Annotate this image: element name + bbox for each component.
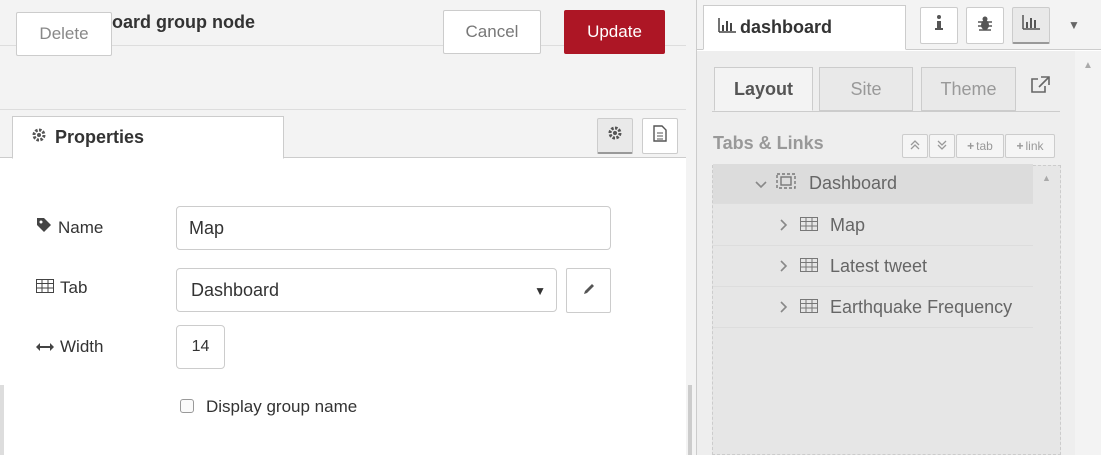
- width-size-picker[interactable]: 14: [176, 325, 225, 369]
- arrows-horizontal-icon: [36, 337, 60, 357]
- double-chevron-down-icon: [937, 139, 947, 153]
- caret-down-icon: ▼: [534, 284, 546, 298]
- debug-tab-button[interactable]: [966, 7, 1004, 44]
- table-icon: [800, 215, 830, 236]
- tray-left-edge: [0, 385, 4, 455]
- chevron-right-icon[interactable]: [780, 259, 800, 275]
- info-icon: [935, 15, 943, 36]
- width-label-text: Width: [60, 337, 104, 356]
- chevron-right-icon[interactable]: [780, 300, 800, 316]
- table-icon: [800, 256, 830, 277]
- sidebar-tab-dashboard[interactable]: dashboard: [703, 5, 906, 50]
- sub-tab-divider: [712, 111, 1060, 112]
- tree-item-earthquake-frequency[interactable]: Earthquake Frequency: [713, 288, 1033, 328]
- plus-icon: +: [1016, 139, 1024, 153]
- tabs-links-heading: Tabs & Links: [713, 133, 824, 153]
- tree-item-label: Map: [830, 215, 866, 235]
- tab-site[interactable]: Site: [819, 67, 913, 111]
- tab-theme[interactable]: Theme: [921, 67, 1016, 111]
- tree-item-label: Earthquake Frequency: [830, 297, 1013, 317]
- table-icon: [800, 297, 830, 318]
- chevron-right-icon[interactable]: [780, 218, 800, 234]
- bar-chart-icon: [1022, 15, 1040, 35]
- file-text-icon: [653, 125, 667, 147]
- tab-field-label: Tab: [36, 278, 87, 298]
- tab-properties[interactable]: Properties: [12, 116, 284, 159]
- scroll-up-arrow-icon[interactable]: ▲: [1083, 60, 1093, 71]
- add-tab-button[interactable]: + tab: [956, 134, 1004, 158]
- pencil-icon: [582, 281, 596, 301]
- external-link-icon[interactable]: [1030, 76, 1050, 99]
- tab-properties-label: Properties: [55, 127, 145, 147]
- add-link-label: link: [1025, 139, 1044, 153]
- add-tab-label: tab: [976, 139, 993, 153]
- node-settings-tab-button[interactable]: [597, 118, 633, 154]
- sidebar-menu-caret-icon[interactable]: ▼: [1068, 18, 1080, 32]
- tab-label-text: Tab: [60, 278, 88, 297]
- name-label-text: Name: [58, 217, 104, 237]
- display-group-name-checkbox[interactable]: [180, 399, 194, 413]
- tray-scrollbar-thumb[interactable]: [688, 385, 692, 455]
- bug-icon: [977, 15, 993, 36]
- update-button[interactable]: Update: [564, 10, 665, 54]
- table-icon: [36, 278, 60, 298]
- tree-item-label: Latest tweet: [830, 256, 928, 276]
- plus-icon: +: [967, 139, 975, 153]
- cancel-button[interactable]: Cancel: [443, 10, 541, 54]
- bar-chart-icon: [718, 17, 740, 38]
- tree-scroll-up-icon[interactable]: ▲: [1042, 173, 1051, 183]
- tab-select-value: Dashboard: [191, 279, 280, 300]
- collapse-all-button[interactable]: [902, 134, 928, 158]
- expand-all-button[interactable]: [929, 134, 955, 158]
- edit-tab-button[interactable]: [566, 268, 611, 313]
- sidebar-tab-dashboard-label: dashboard: [740, 17, 833, 37]
- dashboard-tab-button[interactable]: [1012, 7, 1050, 44]
- double-chevron-up-icon: [910, 139, 920, 153]
- delete-button[interactable]: Delete: [16, 12, 112, 56]
- info-tab-button[interactable]: [920, 7, 958, 44]
- name-field-label: Name: [36, 217, 103, 238]
- gear-icon: [31, 127, 47, 148]
- chevron-down-icon[interactable]: [755, 176, 775, 192]
- tab-frame-icon: [775, 172, 809, 195]
- sidebar-scrollbar[interactable]: [1075, 51, 1101, 455]
- tree-item-latest-tweet[interactable]: Latest tweet: [713, 247, 1033, 287]
- tree-item-map[interactable]: Map: [713, 206, 1033, 246]
- tab-layout[interactable]: Layout: [714, 67, 813, 111]
- gear-icon: [607, 125, 623, 146]
- tag-icon: [36, 217, 58, 238]
- node-description-tab-button[interactable]: [642, 118, 678, 154]
- width-field-label: Width: [36, 337, 103, 357]
- tree-item-label: Dashboard: [809, 173, 898, 193]
- tab-select[interactable]: Dashboard ▼: [176, 268, 557, 312]
- tree-item-dashboard[interactable]: Dashboard: [713, 164, 1033, 204]
- name-input[interactable]: Map: [176, 206, 611, 250]
- add-link-button[interactable]: + link: [1005, 134, 1055, 158]
- display-group-name-label: Display group name: [206, 397, 358, 416]
